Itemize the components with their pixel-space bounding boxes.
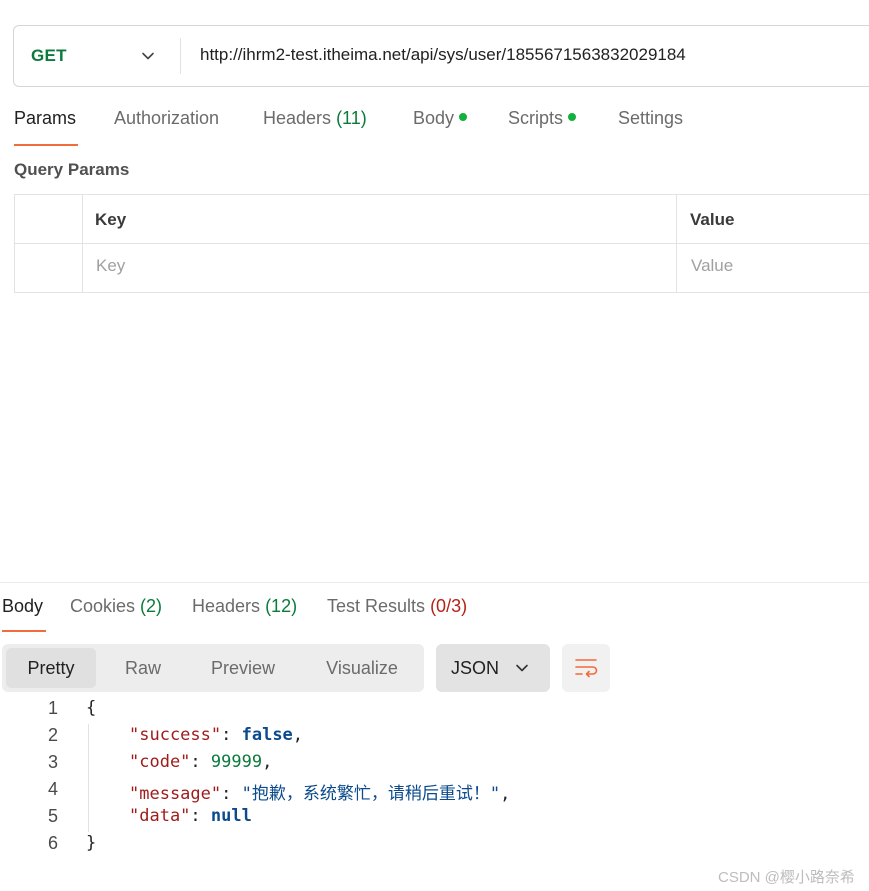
test-results-count: (0/3) (430, 596, 468, 616)
method-select[interactable]: GET (14, 26, 180, 86)
tab-headers-label: Headers (263, 108, 332, 128)
response-tab-test-results-label: Test Results (327, 596, 426, 616)
scripts-status-dot (568, 113, 577, 121)
line-number: 4 (47, 779, 58, 799)
response-tab-cookies[interactable]: Cookies (2) (70, 596, 162, 617)
response-tab-test-results[interactable]: Test Results (0/3) (327, 596, 467, 617)
tab-body[interactable]: Body (413, 108, 468, 129)
table-row-separator (15, 243, 869, 244)
request-url-bar: GET http://ihrm2-test.itheima.net/api/sy… (13, 25, 869, 87)
json-comma: , (500, 784, 511, 804)
request-tabs: Params Authorization Headers (11) Body S… (0, 108, 869, 148)
json-key: "success" (129, 725, 222, 745)
line-number: 5 (47, 806, 58, 826)
response-tab-body-label: Body (2, 596, 44, 616)
query-params-title: Query Params (14, 160, 130, 179)
view-preview-button[interactable]: Preview (192, 648, 294, 688)
json-colon: : (221, 725, 242, 745)
json-value: "抱歉，系统繁忙，请稍后重试！" (241, 784, 501, 804)
column-header-key: Key (95, 210, 127, 229)
tab-body-label: Body (413, 108, 455, 128)
response-tab-headers-label: Headers (192, 596, 261, 616)
wrap-lines-icon (575, 659, 598, 678)
view-mode-bar: Pretty Raw Preview Visualize (2, 644, 424, 692)
json-entry-data: "data": null (129, 806, 252, 826)
tab-authorization[interactable]: Authorization (114, 108, 219, 129)
json-comma: , (262, 752, 273, 772)
json-colon: : (190, 806, 211, 826)
tab-params[interactable]: Params (14, 108, 76, 129)
code-line: 1 { (0, 698, 869, 725)
tab-scripts[interactable]: Scripts (508, 108, 577, 129)
response-headers-count: (12) (265, 596, 298, 616)
code-line: 2 "success": false, (0, 725, 869, 752)
line-number: 2 (47, 725, 58, 745)
code-line: 5 "data": null (0, 806, 869, 833)
tab-settings-label: Settings (618, 108, 684, 128)
tab-params-label: Params (14, 108, 77, 128)
code-line: 6 } (0, 833, 869, 860)
json-colon: : (221, 784, 242, 804)
json-entry-message: "message": "抱歉，系统繁忙，请稍后重试！", (129, 779, 510, 804)
format-select[interactable]: JSON (436, 644, 550, 692)
tab-authorization-label: Authorization (114, 108, 220, 128)
tab-headers[interactable]: Headers (11) (263, 108, 367, 129)
view-visualize-button[interactable]: Visualize (304, 648, 420, 688)
url-input[interactable]: http://ihrm2-test.itheima.net/api/sys/us… (200, 45, 686, 65)
json-value: 99999 (210, 752, 263, 772)
tab-settings[interactable]: Settings (618, 108, 683, 129)
param-key-input[interactable]: Key (96, 256, 125, 276)
table-column-separator (82, 195, 83, 292)
json-entry-code: "code": 99999, (129, 752, 272, 772)
query-params-table: Key Value Key Value (14, 194, 869, 293)
indent-guide (88, 724, 89, 832)
json-key: "code" (129, 752, 191, 772)
json-value: null (210, 806, 252, 826)
code-line: 4 "message": "抱歉，系统繁忙，请稍后重试！", (0, 779, 869, 806)
wrap-lines-button[interactable] (562, 644, 610, 692)
cookies-count: (2) (140, 596, 163, 616)
json-entry-success: "success": false, (129, 725, 303, 745)
tab-scripts-label: Scripts (508, 108, 564, 128)
param-value-input[interactable]: Value (691, 256, 733, 276)
response-tab-cookies-label: Cookies (70, 596, 136, 616)
line-number: 1 (47, 698, 58, 718)
table-column-separator (676, 195, 677, 292)
response-divider (0, 582, 869, 583)
body-status-dot (459, 113, 468, 121)
view-raw-button[interactable]: Raw (102, 648, 184, 688)
response-tab-headers[interactable]: Headers (12) (192, 596, 297, 617)
view-pretty-button[interactable]: Pretty (6, 648, 96, 688)
watermark: CSDN @樱小路奈希 (718, 869, 855, 886)
chevron-down-icon (142, 52, 154, 60)
active-response-tab-indicator (2, 630, 46, 632)
format-label: JSON (451, 658, 500, 678)
response-tabs: Body Cookies (2) Headers (12) Test Resul… (0, 596, 869, 636)
method-label: GET (31, 46, 67, 65)
response-tab-body[interactable]: Body (2, 596, 43, 617)
open-brace: { (86, 698, 97, 718)
close-brace: } (86, 833, 97, 853)
line-number: 3 (47, 752, 58, 772)
json-key: "message" (129, 784, 222, 804)
json-comma: , (292, 725, 304, 745)
json-key: "data" (129, 806, 191, 826)
code-line: 3 "code": 99999, (0, 752, 869, 779)
chevron-down-icon (516, 664, 528, 672)
column-header-value: Value (690, 210, 735, 229)
headers-count: (11) (336, 108, 367, 128)
line-number: 6 (47, 833, 58, 853)
active-tab-indicator (14, 144, 78, 146)
json-value: false (241, 725, 293, 745)
json-colon: : (190, 752, 211, 772)
url-divider (180, 38, 181, 74)
